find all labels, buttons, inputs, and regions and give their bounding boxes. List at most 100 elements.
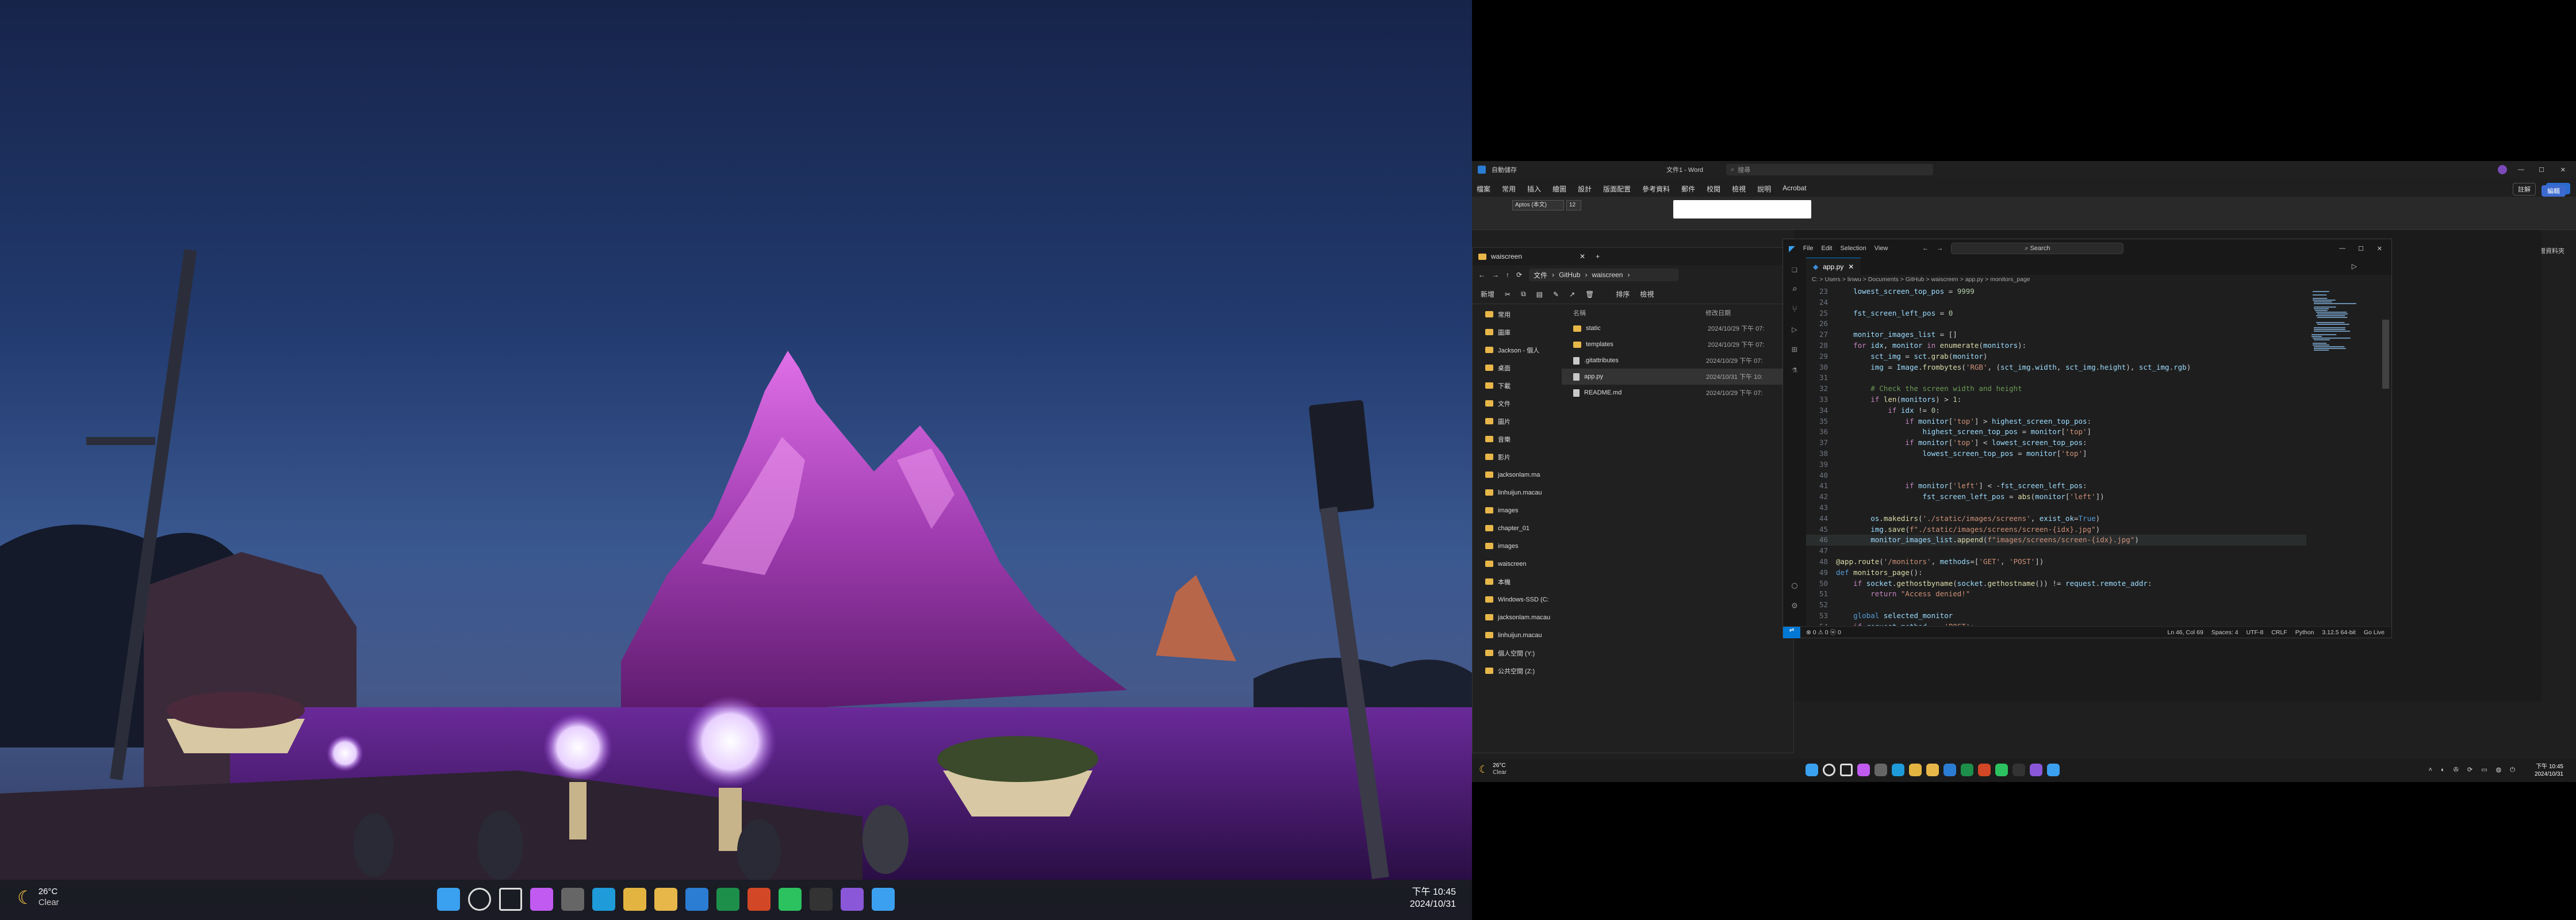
breadcrumb[interactable]: 文件 › GitHub › waiscreen › — [1529, 269, 1679, 281]
tab-app-py[interactable]: ◆ app.py ✕ — [1806, 258, 1861, 275]
status-item[interactable]: Python — [2295, 629, 2314, 636]
sort-button[interactable]: 排序 — [1616, 289, 1630, 299]
share-icon[interactable]: ↗ — [1569, 290, 1575, 298]
forward-icon[interactable]: → — [1492, 271, 1499, 279]
code-line[interactable]: 48 @app.route('/monitors', methods=['GET'… — [1806, 557, 2306, 568]
view-button[interactable]: 檢視 — [1640, 289, 1654, 299]
nav-item[interactable]: 圖片 — [1473, 412, 1559, 430]
status-item[interactable]: 3.12.5 64-bit — [2322, 629, 2355, 636]
ribbon-tab[interactable]: Acrobat — [1782, 184, 1806, 194]
source-control-icon[interactable]: ⑂ — [1792, 304, 1797, 315]
file-explorer-icon[interactable] — [654, 888, 677, 911]
refresh-icon[interactable]: ⟳ — [1516, 271, 1522, 279]
ribbon-tab[interactable]: 參考資料 — [1642, 184, 1670, 194]
copilot-icon[interactable] — [1857, 764, 1870, 776]
file-row[interactable]: static 2024/10/29 下午 07: — [1562, 320, 1792, 336]
menu-item[interactable]: Selection — [1840, 245, 1866, 252]
settings-gear-icon[interactable]: ⚙ — [1792, 600, 1797, 611]
nav-item[interactable]: images — [1473, 501, 1559, 519]
edge-icon[interactable] — [1892, 764, 1904, 776]
ribbon-tab[interactable]: 校閱 — [1707, 184, 1720, 194]
problems-status[interactable]: ⊗ 0 ⚠ 0 ⓦ 0 — [1806, 628, 1841, 637]
widgets-icon[interactable] — [1874, 764, 1887, 776]
code-line[interactable]: 50 if socket.gethostbyname(socket.gethos… — [1806, 578, 2306, 589]
status-item[interactable]: CRLF — [2271, 629, 2287, 636]
code-line[interactable]: 40 — [1806, 470, 2306, 481]
ribbon-tab[interactable]: 檔案 — [1477, 184, 1490, 194]
weather-widget[interactable]: ☾ 26°C Clear — [17, 887, 59, 908]
ribbon-tab[interactable]: 檢視 — [1732, 184, 1746, 194]
search-icon[interactable]: ⌕ — [1792, 283, 1797, 294]
account-icon[interactable]: ◯ — [1792, 580, 1797, 591]
excel-icon[interactable] — [716, 888, 739, 911]
system-clock[interactable]: 下午 10:45 2024/10/31 — [1410, 887, 1456, 911]
editor-breadcrumb[interactable]: C: > Users > linwu > Documents > GitHub … — [1812, 276, 2030, 283]
code-line[interactable]: 54 if request.method == 'POST': — [1806, 622, 2306, 626]
nav-back-icon[interactable]: ← — [1922, 245, 1929, 252]
ribbon-tab[interactable]: 郵件 — [1681, 184, 1695, 194]
nav-item[interactable]: images — [1473, 537, 1559, 555]
nav-item[interactable]: 文件 — [1473, 394, 1559, 412]
nav-forward-icon[interactable]: → — [1937, 245, 1943, 252]
widgets-icon[interactable] — [561, 888, 584, 911]
vscode-icon[interactable] — [2047, 764, 2060, 776]
code-line[interactable]: 37 if monitor['top'] < lowest_screen_top… — [1806, 438, 2306, 448]
copilot-icon[interactable] — [530, 888, 553, 911]
minimize-icon[interactable]: — — [2518, 166, 2524, 173]
scrollbar[interactable] — [2382, 320, 2389, 389]
minimize-icon[interactable]: — — [2339, 245, 2345, 252]
file-row[interactable]: README.md 2024/10/29 下午 07: — [1562, 385, 1792, 401]
start-icon[interactable] — [437, 888, 460, 911]
maximize-icon[interactable]: ☐ — [2539, 166, 2544, 174]
ribbon-tab[interactable]: 插入 — [1527, 184, 1541, 194]
testing-icon[interactable]: ⚗ — [1792, 364, 1797, 375]
code-line[interactable]: 51 return "Access denied!" — [1806, 589, 2306, 600]
close-tab-icon[interactable]: ✕ — [1580, 252, 1585, 260]
nav-item[interactable]: Windows-SSD (C: — [1473, 591, 1559, 608]
status-item[interactable]: Ln 46, Col 69 — [2167, 629, 2203, 636]
copy-icon[interactable]: ⧉ — [1521, 290, 1526, 298]
nav-item[interactable]: waiscreen — [1473, 555, 1559, 573]
word-comment-button[interactable]: 註解 — [2513, 183, 2536, 195]
word-icon[interactable] — [1943, 764, 1956, 776]
code-line[interactable]: 43 — [1806, 503, 2306, 513]
back-icon[interactable]: ← — [1478, 271, 1485, 279]
nav-item[interactable]: 常用 — [1473, 305, 1559, 323]
nav-item[interactable]: linhuijun.macau — [1473, 626, 1559, 644]
close-tab-icon[interactable]: ✕ — [1848, 263, 1854, 271]
menu-item[interactable]: File — [1803, 245, 1814, 252]
font-size-select[interactable]: 12 — [1566, 200, 1581, 210]
wechat-icon[interactable] — [1995, 764, 2008, 776]
nav-item[interactable]: chapter_01 — [1473, 519, 1559, 537]
explorer-tab-title[interactable]: waiscreen — [1491, 252, 1522, 260]
file-explorer-icon[interactable] — [1926, 764, 1939, 776]
start-icon[interactable] — [1805, 764, 1818, 776]
file-row[interactable]: app.py 2024/10/31 下午 10: — [1562, 369, 1792, 385]
menu-item[interactable]: Edit — [1822, 245, 1833, 252]
vscode-command-center[interactable]: ⌕ Search — [1951, 243, 2124, 254]
up-icon[interactable]: ↑ — [1506, 271, 1509, 279]
new-tab-icon[interactable]: + — [1596, 252, 1600, 260]
nav-item[interactable]: 圖庫 — [1473, 323, 1559, 341]
code-line[interactable]: 31 — [1806, 373, 2306, 384]
explorer-icon[interactable]: ❏ — [1792, 263, 1797, 274]
menu-item[interactable]: View — [1874, 245, 1888, 252]
file-row[interactable]: .gitattributes 2024/10/29 下午 07: — [1562, 352, 1792, 369]
code-line[interactable]: 44 os.makedirs('./static/images/screens'… — [1806, 513, 2306, 524]
code-line[interactable]: 29 sct_img = sct.grab(monitor) — [1806, 351, 2306, 362]
nav-item[interactable]: 公共空間 (Z:) — [1473, 662, 1559, 680]
code-line[interactable]: 23 lowest_screen_top_pos = 9999 — [1806, 286, 2306, 297]
chrome-icon[interactable] — [623, 888, 646, 911]
code-line[interactable]: 39 — [1806, 459, 2306, 470]
system-tray[interactable]: ˄ ◐ ✇ ⟳ ▭ ◍ ⏻ — [2428, 766, 2518, 774]
search-icon[interactable] — [1823, 764, 1835, 776]
code-line[interactable]: 46 monitor_images_list.append(f"images/s… — [1806, 535, 2306, 546]
status-item[interactable]: UTF-8 — [2247, 629, 2264, 636]
run-icon[interactable]: ▷ — [2352, 262, 2357, 270]
new-button[interactable]: 新增 — [1481, 289, 1494, 299]
code-line[interactable]: 33 if len(monitors) > 1: — [1806, 394, 2306, 405]
weather-widget[interactable]: ☾ 26°C Clear — [1479, 762, 1506, 776]
minimap[interactable] — [2309, 286, 2378, 626]
code-line[interactable]: 34 if idx != 0: — [1806, 405, 2306, 416]
code-line[interactable]: 35 if monitor['top'] > highest_screen_to… — [1806, 416, 2306, 427]
